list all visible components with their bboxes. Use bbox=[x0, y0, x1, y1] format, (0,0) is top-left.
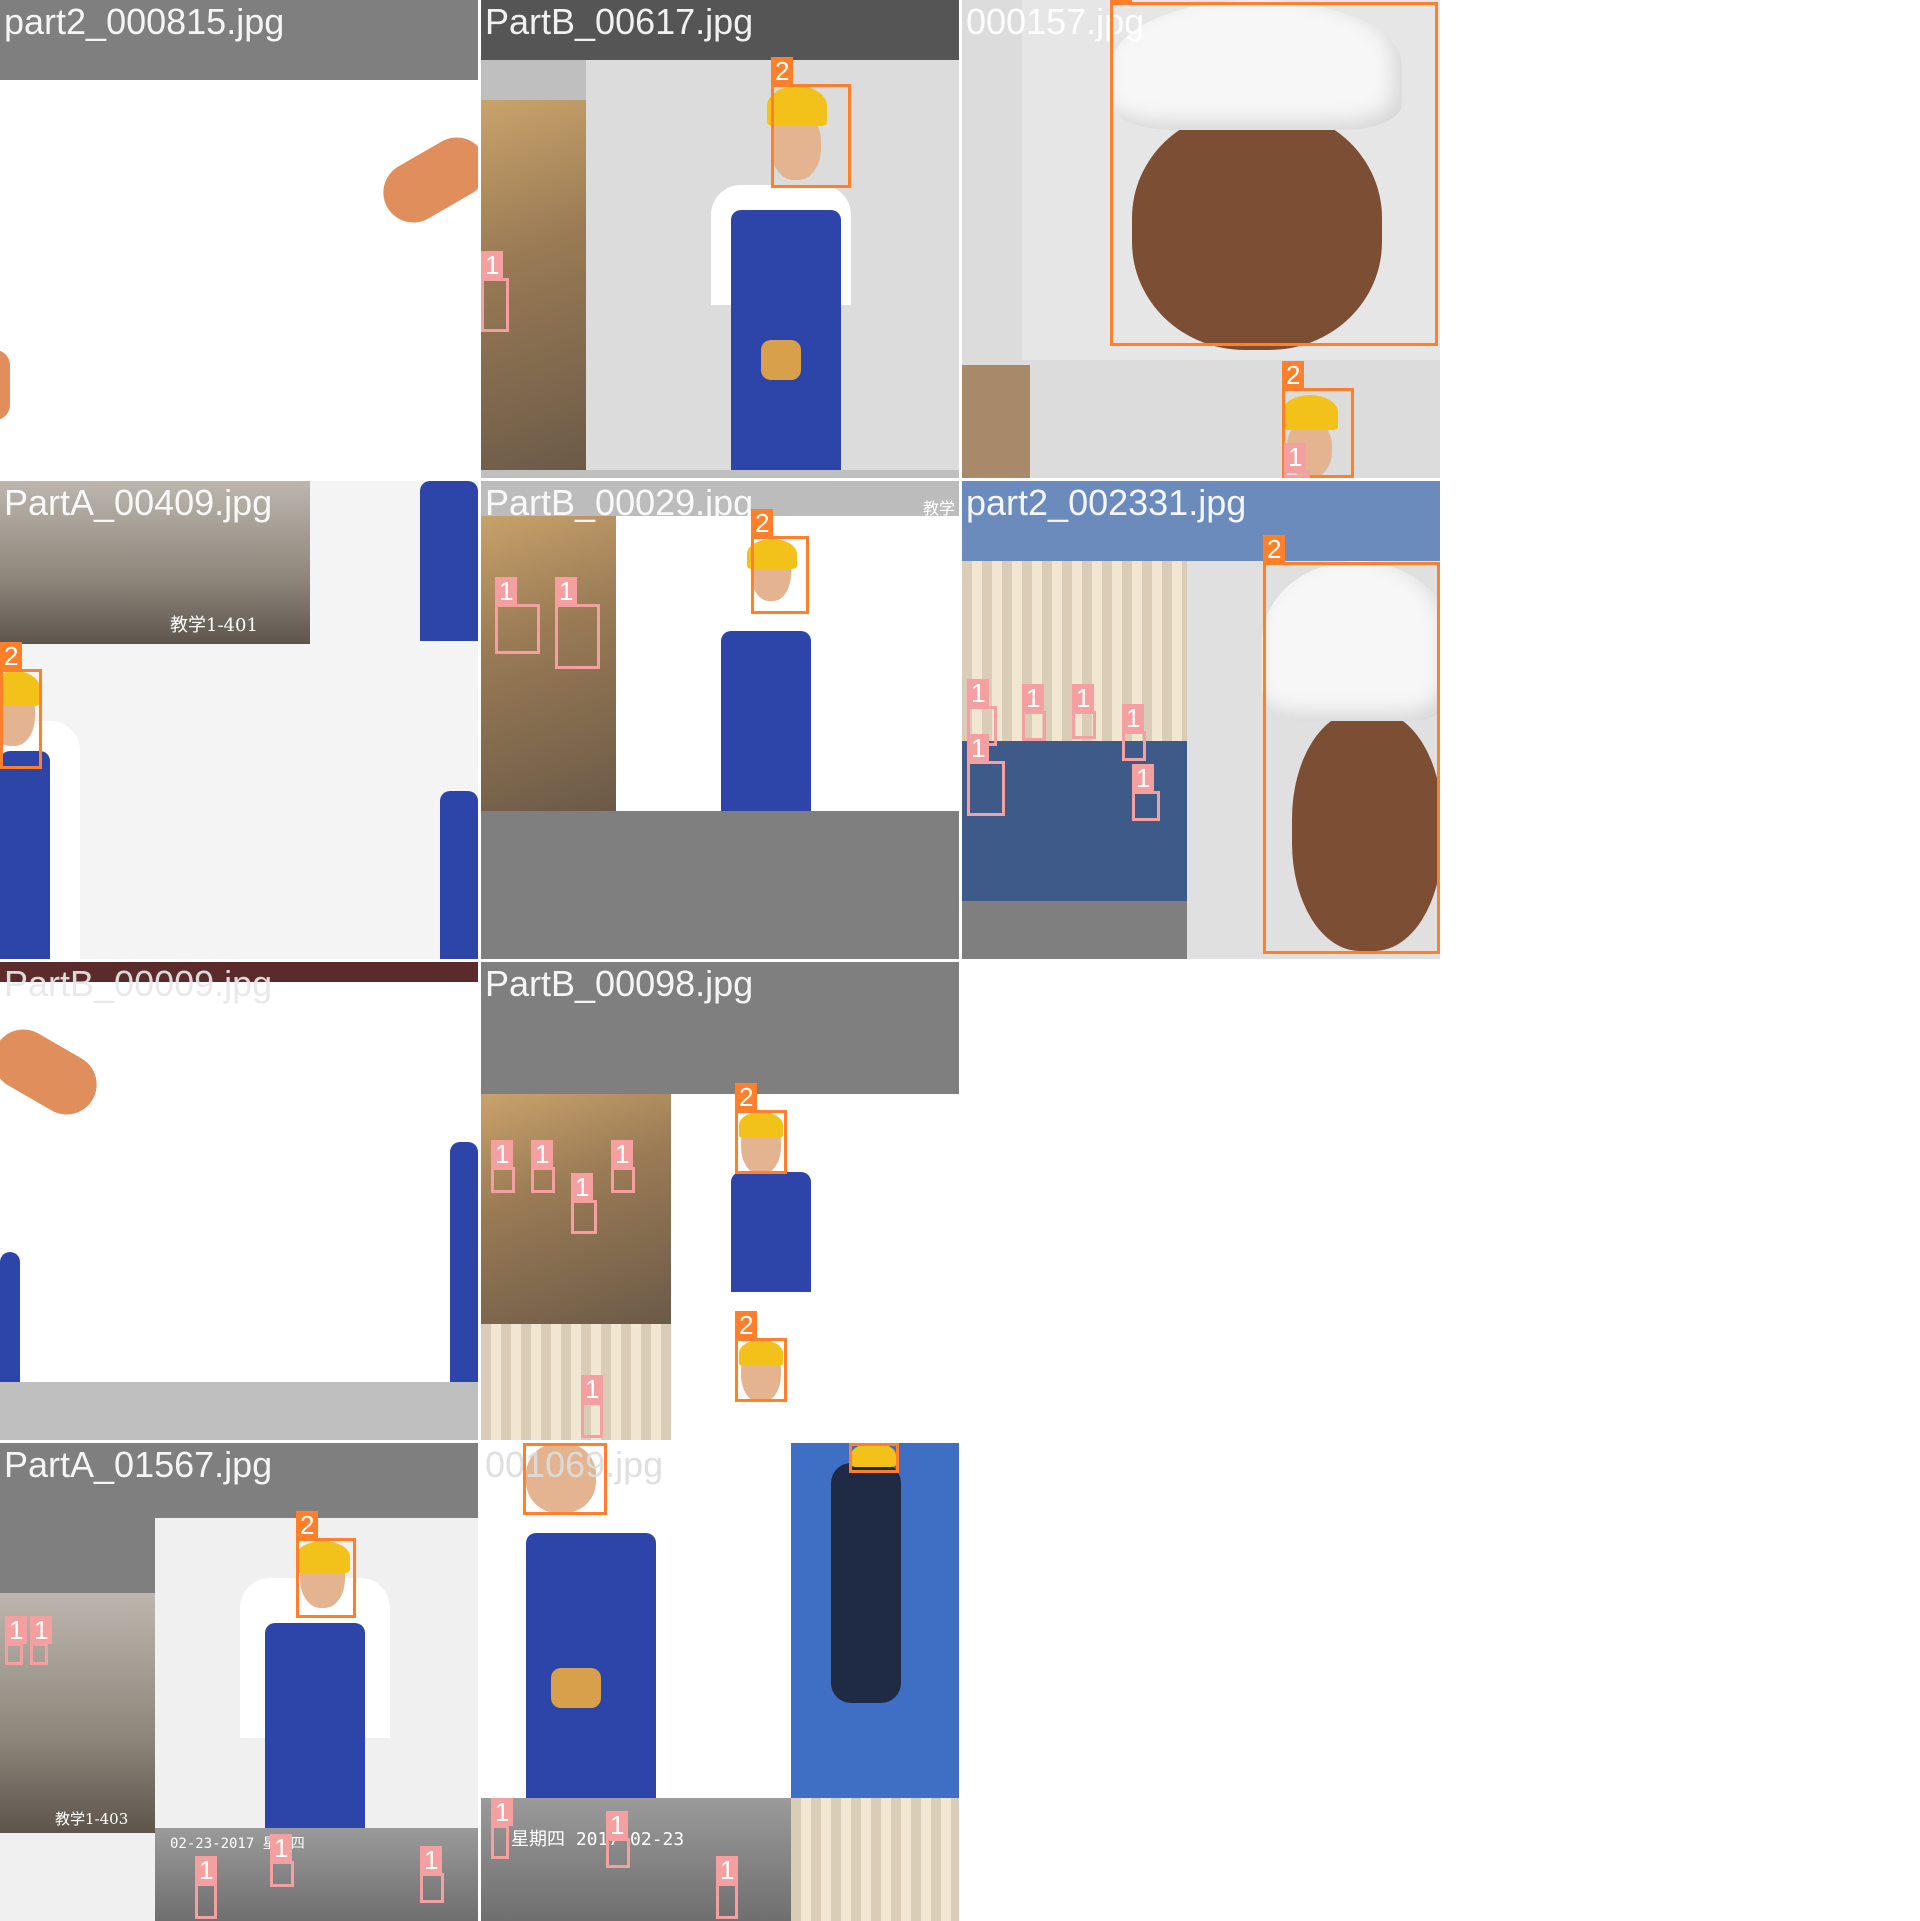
head-bbox: 1 bbox=[967, 734, 1005, 816]
helmet-bbox: 2 bbox=[523, 1443, 607, 1515]
tile-001069: 001069.jpg 星期四 2017-02-23 2 2 1 1 1 bbox=[481, 1443, 959, 1921]
tile-parta-00409: PartA_00409.jpg 教学1-401 2 bbox=[0, 481, 478, 959]
classroom-image bbox=[481, 1324, 671, 1440]
cork-board bbox=[962, 365, 1030, 478]
worker-overall bbox=[0, 751, 50, 959]
worker-overall bbox=[526, 1533, 656, 1798]
worker-glove bbox=[551, 1668, 601, 1708]
helmet-bbox: 2 bbox=[296, 1511, 356, 1618]
worker-overall bbox=[420, 481, 478, 641]
padding-band bbox=[0, 1382, 478, 1440]
head-bbox: 1 bbox=[716, 1856, 739, 1919]
worker-arm bbox=[0, 350, 10, 420]
tile-caption: PartB_00098.jpg bbox=[485, 963, 754, 1004]
tile-caption: part2_000815.jpg bbox=[4, 1, 285, 42]
head-bbox: 1 bbox=[195, 1856, 218, 1919]
tile-caption: PartB_00029.jpg bbox=[485, 482, 754, 523]
padding-band bbox=[962, 901, 1187, 959]
worker-overall bbox=[731, 1172, 811, 1292]
tile-caption: PartA_01567.jpg bbox=[4, 1444, 273, 1485]
helmet-bbox: 2 bbox=[751, 509, 809, 614]
helmet-bbox: 2 bbox=[1110, 0, 1438, 346]
tile-partb-00617: PartB_00617.jpg 2 1 bbox=[481, 0, 959, 478]
tile-partb-00098: PartB_00098.jpg 2 2 1 1 1 1 1 bbox=[481, 962, 959, 1440]
head-bbox: 1 bbox=[270, 1834, 294, 1887]
tile-part2-002331: part2_002331.jpg 2 1 1 1 1 1 1 bbox=[962, 481, 1440, 959]
head-bbox: 1 bbox=[1072, 684, 1096, 739]
head-bbox: 1 bbox=[481, 251, 509, 332]
head-bbox: 1 bbox=[495, 577, 540, 654]
head-bbox: 1 bbox=[555, 577, 600, 669]
tile-part2-000815: part2_000815.jpg bbox=[0, 0, 478, 478]
detection-mosaic: part2_000815.jpg PartB_00617.jpg 2 1 000… bbox=[0, 0, 1920, 1921]
worker-overall bbox=[450, 1142, 478, 1382]
cctv-timestamp: 星期四 2017-02-23 bbox=[511, 1829, 685, 1850]
worker-arm bbox=[0, 1018, 108, 1126]
head-bbox: 1 bbox=[30, 1616, 53, 1665]
helmet-bbox: 2 bbox=[735, 1311, 787, 1402]
helmet-bbox: 2 bbox=[1263, 535, 1440, 954]
head-bbox: 1 bbox=[581, 1375, 604, 1438]
worker-shirt bbox=[450, 220, 478, 478]
worker-arm bbox=[372, 126, 478, 234]
helmet-bbox: 2 bbox=[0, 642, 42, 769]
tile-000157: 000157.jpg 2 2 1 bbox=[962, 0, 1440, 478]
tile-partb-00009: PartB_00009.jpg bbox=[0, 962, 478, 1440]
head-bbox: 1 bbox=[491, 1140, 515, 1193]
head-bbox: 1 bbox=[1132, 764, 1160, 821]
head-bbox: 1 bbox=[1122, 704, 1146, 761]
tile-caption: PartB_00009.jpg bbox=[4, 963, 273, 1004]
room-label: 教学1-403 bbox=[55, 1810, 129, 1828]
room-label: 教学1-401 bbox=[170, 615, 258, 636]
head-bbox: 1 bbox=[606, 1811, 630, 1868]
tile-caption: PartB_00617.jpg bbox=[485, 1, 754, 42]
head-bbox: 1 bbox=[5, 1616, 28, 1665]
helmet-bbox: 2 bbox=[771, 57, 851, 188]
head-bbox: 1 bbox=[420, 1846, 444, 1903]
worker-overall bbox=[0, 1252, 20, 1382]
tile-parta-01567: PartA_01567.jpg 教学1-403 02-23-2017 星期四 2… bbox=[0, 1443, 478, 1921]
worker-overall bbox=[721, 631, 811, 811]
head-bbox: 1 bbox=[611, 1140, 635, 1193]
head-bbox: 1 bbox=[1284, 443, 1310, 478]
tile-partb-00029: PartB_00029.jpg 教学 2 1 1 bbox=[481, 481, 959, 959]
cctv-image bbox=[481, 1798, 791, 1921]
worker-overall bbox=[440, 791, 478, 959]
head-bbox: 1 bbox=[531, 1140, 555, 1193]
tile-caption: part2_002331.jpg bbox=[966, 482, 1247, 523]
classroom-image bbox=[791, 1798, 959, 1921]
room-label: 教学 bbox=[922, 499, 955, 518]
worker-figure bbox=[831, 1463, 901, 1703]
tile-caption: PartA_00409.jpg bbox=[4, 482, 273, 523]
head-bbox: 1 bbox=[1022, 684, 1046, 741]
helmet-bbox: 2 bbox=[849, 1443, 899, 1473]
worker-overall bbox=[265, 1623, 365, 1828]
helmet-bbox: 2 bbox=[735, 1083, 787, 1174]
head-bbox: 1 bbox=[491, 1798, 514, 1859]
worker-glove bbox=[761, 340, 801, 380]
head-bbox: 1 bbox=[571, 1173, 597, 1234]
